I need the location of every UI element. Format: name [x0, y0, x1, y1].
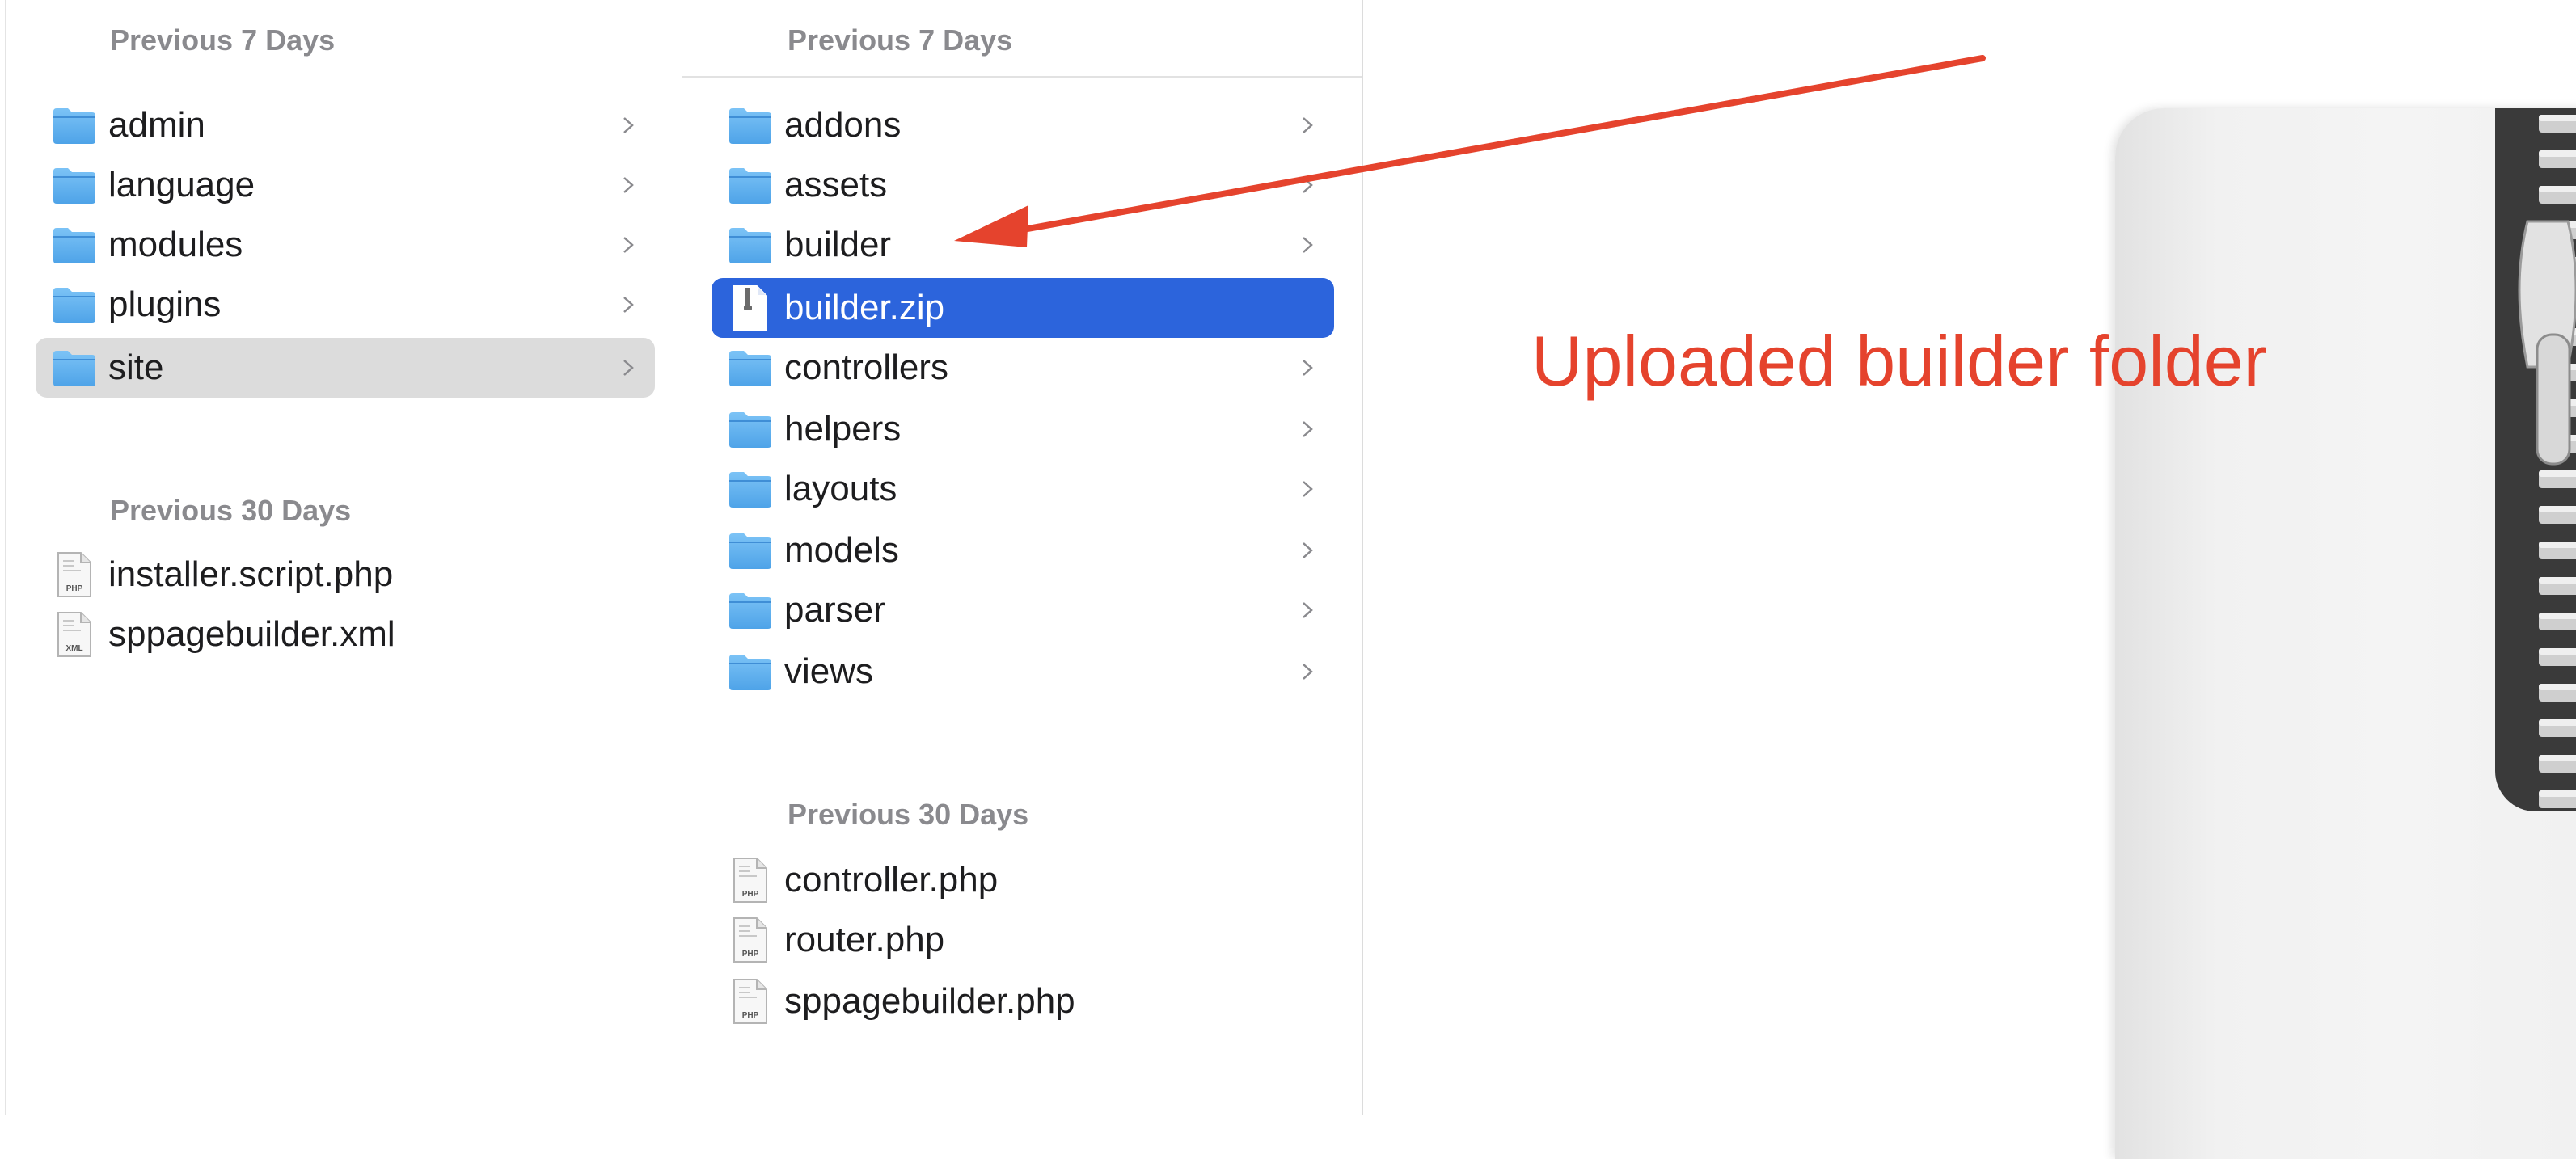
folder-row-language[interactable]: language [36, 155, 655, 215]
folder-row-site[interactable]: site [36, 338, 655, 398]
folder-label: helpers [784, 409, 902, 449]
folder-icon [729, 228, 771, 263]
folder-row-plugins[interactable]: plugins [36, 275, 655, 335]
folder-label: views [784, 651, 874, 691]
folder-row-builder[interactable]: builder [712, 215, 1334, 275]
chevron-right-icon [623, 360, 634, 376]
folder-icon [53, 351, 95, 386]
chevron-right-icon [1303, 360, 1313, 376]
file-row-installer-script[interactable]: PHP installer.script.php [36, 545, 655, 605]
zip-file-icon [733, 285, 767, 331]
chevron-right-icon [1303, 664, 1313, 680]
folder-icon [729, 655, 771, 690]
chevron-right-icon [1303, 117, 1313, 133]
file-label: controller.php [784, 860, 999, 900]
php-file-icon: PHP [57, 552, 91, 597]
file-row-router-php[interactable]: PHP router.php [712, 910, 1334, 970]
folder-label: assets [784, 165, 888, 204]
header-divider [682, 76, 1362, 78]
folder-row-models[interactable]: models [712, 520, 1334, 580]
folder-label: site [108, 348, 164, 387]
folder-row-modules[interactable]: modules [36, 215, 655, 275]
folder-label: layouts [784, 469, 897, 508]
folder-label: modules [108, 225, 243, 264]
svg-text:PHP: PHP [742, 950, 759, 959]
folder-label: builder [784, 225, 892, 264]
php-file-icon: PHP [733, 858, 767, 903]
file-label: builder.zip [784, 288, 945, 327]
folder-row-admin[interactable]: admin [36, 95, 655, 155]
folder-icon [53, 288, 95, 323]
folder-row-views[interactable]: views [712, 642, 1334, 702]
svg-text:XML: XML [65, 644, 82, 653]
folder-icon [729, 351, 771, 386]
section-header-older: Previous 30 Days [788, 798, 1029, 831]
chevron-right-icon [623, 117, 634, 133]
file-row-controller-php[interactable]: PHP controller.php [712, 850, 1334, 910]
chevron-right-icon [623, 177, 634, 193]
folder-label: language [108, 165, 255, 204]
folder-label: addons [784, 105, 902, 145]
folder-icon [729, 533, 771, 569]
svg-text:PHP: PHP [66, 584, 83, 593]
xml-file-icon: XML [57, 612, 91, 657]
folder-icon [729, 593, 771, 629]
folder-icon [53, 108, 95, 144]
section-header-recent: Previous 7 Days [110, 23, 336, 57]
zipper-icon [2495, 108, 2576, 811]
php-file-icon: PHP [733, 917, 767, 963]
folder-label: plugins [108, 284, 222, 324]
folder-icon [53, 168, 95, 204]
folder-icon [729, 108, 771, 144]
chevron-right-icon [1303, 481, 1313, 497]
chevron-right-icon [623, 237, 634, 253]
chevron-right-icon [1303, 421, 1313, 437]
preview-pane [1363, 0, 2576, 1159]
folder-label: parser [784, 590, 885, 630]
folder-icon [53, 228, 95, 263]
folder-row-helpers[interactable]: helpers [712, 399, 1334, 459]
file-row-sppagebuilder-xml[interactable]: XML sppagebuilder.xml [36, 605, 655, 664]
folder-row-controllers[interactable]: controllers [712, 338, 1334, 398]
file-label: router.php [784, 920, 945, 959]
chevron-right-icon [1303, 177, 1313, 193]
chevron-right-icon [623, 297, 634, 313]
folder-row-addons[interactable]: addons [712, 95, 1334, 155]
finder-column-2[interactable]: Previous 7 Days addons assets builder bu… [682, 0, 1363, 1115]
file-row-builder-zip[interactable]: builder.zip [712, 278, 1334, 338]
file-label: installer.script.php [108, 554, 394, 594]
folder-label: controllers [784, 348, 948, 387]
folder-label: admin [108, 105, 205, 145]
finder-column-1[interactable]: Previous 7 Days admin language modules p… [5, 0, 684, 1115]
php-file-icon: PHP [733, 979, 767, 1024]
section-header-recent: Previous 7 Days [788, 23, 1013, 57]
folder-icon [729, 472, 771, 508]
section-header-older: Previous 30 Days [110, 494, 352, 527]
folder-row-parser[interactable]: parser [712, 580, 1334, 640]
svg-text:PHP: PHP [742, 890, 759, 899]
file-label: sppagebuilder.xml [108, 614, 395, 654]
chevron-right-icon [1303, 237, 1313, 253]
annotation-label: Uploaded builder folder [1531, 321, 2267, 401]
svg-text:PHP: PHP [742, 1011, 759, 1020]
file-label: sppagebuilder.php [784, 981, 1075, 1021]
file-row-sppagebuilder-php[interactable]: PHP sppagebuilder.php [712, 971, 1334, 1031]
folder-label: models [784, 530, 899, 570]
chevron-right-icon [1303, 542, 1313, 558]
folder-row-layouts[interactable]: layouts [712, 459, 1334, 519]
folder-icon [729, 168, 771, 204]
chevron-right-icon [1303, 602, 1313, 618]
folder-row-assets[interactable]: assets [712, 155, 1334, 215]
folder-icon [729, 412, 771, 448]
